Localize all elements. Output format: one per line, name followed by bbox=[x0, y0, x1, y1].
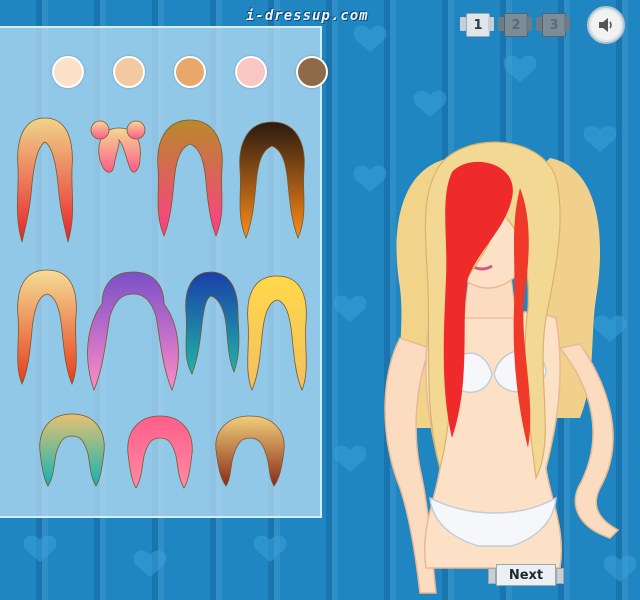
skin-tone-swatch-3[interactable] bbox=[174, 56, 206, 88]
wig-option-1[interactable] bbox=[12, 114, 78, 248]
page-1-label: 1 bbox=[466, 13, 490, 37]
button-cap bbox=[556, 568, 564, 584]
wig-option-3[interactable] bbox=[150, 116, 230, 242]
wig-option-10[interactable] bbox=[122, 412, 198, 492]
skin-tone-selector bbox=[52, 56, 328, 88]
doll-model bbox=[384, 141, 620, 594]
wig-option-9[interactable] bbox=[34, 410, 110, 490]
skin-tone-swatch-1[interactable] bbox=[52, 56, 84, 88]
next-button[interactable]: Next bbox=[488, 564, 564, 586]
wig-option-11[interactable] bbox=[208, 410, 292, 490]
wig-option-8[interactable] bbox=[240, 272, 314, 396]
skin-tone-swatch-2[interactable] bbox=[113, 56, 145, 88]
speaker-icon bbox=[599, 18, 612, 32]
wig-option-6[interactable] bbox=[80, 266, 186, 396]
page-3-label: 3 bbox=[542, 13, 566, 37]
wig-option-7[interactable] bbox=[180, 268, 242, 378]
skin-tone-swatch-5[interactable] bbox=[296, 56, 328, 88]
button-cap bbox=[488, 568, 496, 584]
button-cap bbox=[526, 17, 532, 31]
page-3-button[interactable]: 3 bbox=[536, 12, 570, 37]
wig-option-4[interactable] bbox=[232, 118, 312, 244]
wig-option-2[interactable] bbox=[86, 116, 152, 182]
page-1-button[interactable]: 1 bbox=[460, 12, 494, 37]
wig-option-5[interactable] bbox=[10, 266, 84, 390]
page-2-button[interactable]: 2 bbox=[498, 12, 532, 37]
next-button-label: Next bbox=[496, 564, 556, 586]
model-body bbox=[384, 141, 620, 594]
site-logo[interactable]: i-dressup.com bbox=[246, 8, 369, 24]
page-selector: 1 2 3 bbox=[460, 12, 570, 37]
page-2-label: 2 bbox=[504, 13, 528, 37]
button-cap bbox=[488, 17, 494, 31]
skin-tone-swatch-4[interactable] bbox=[235, 56, 267, 88]
sound-toggle-button[interactable] bbox=[587, 6, 625, 44]
button-cap bbox=[564, 17, 570, 31]
